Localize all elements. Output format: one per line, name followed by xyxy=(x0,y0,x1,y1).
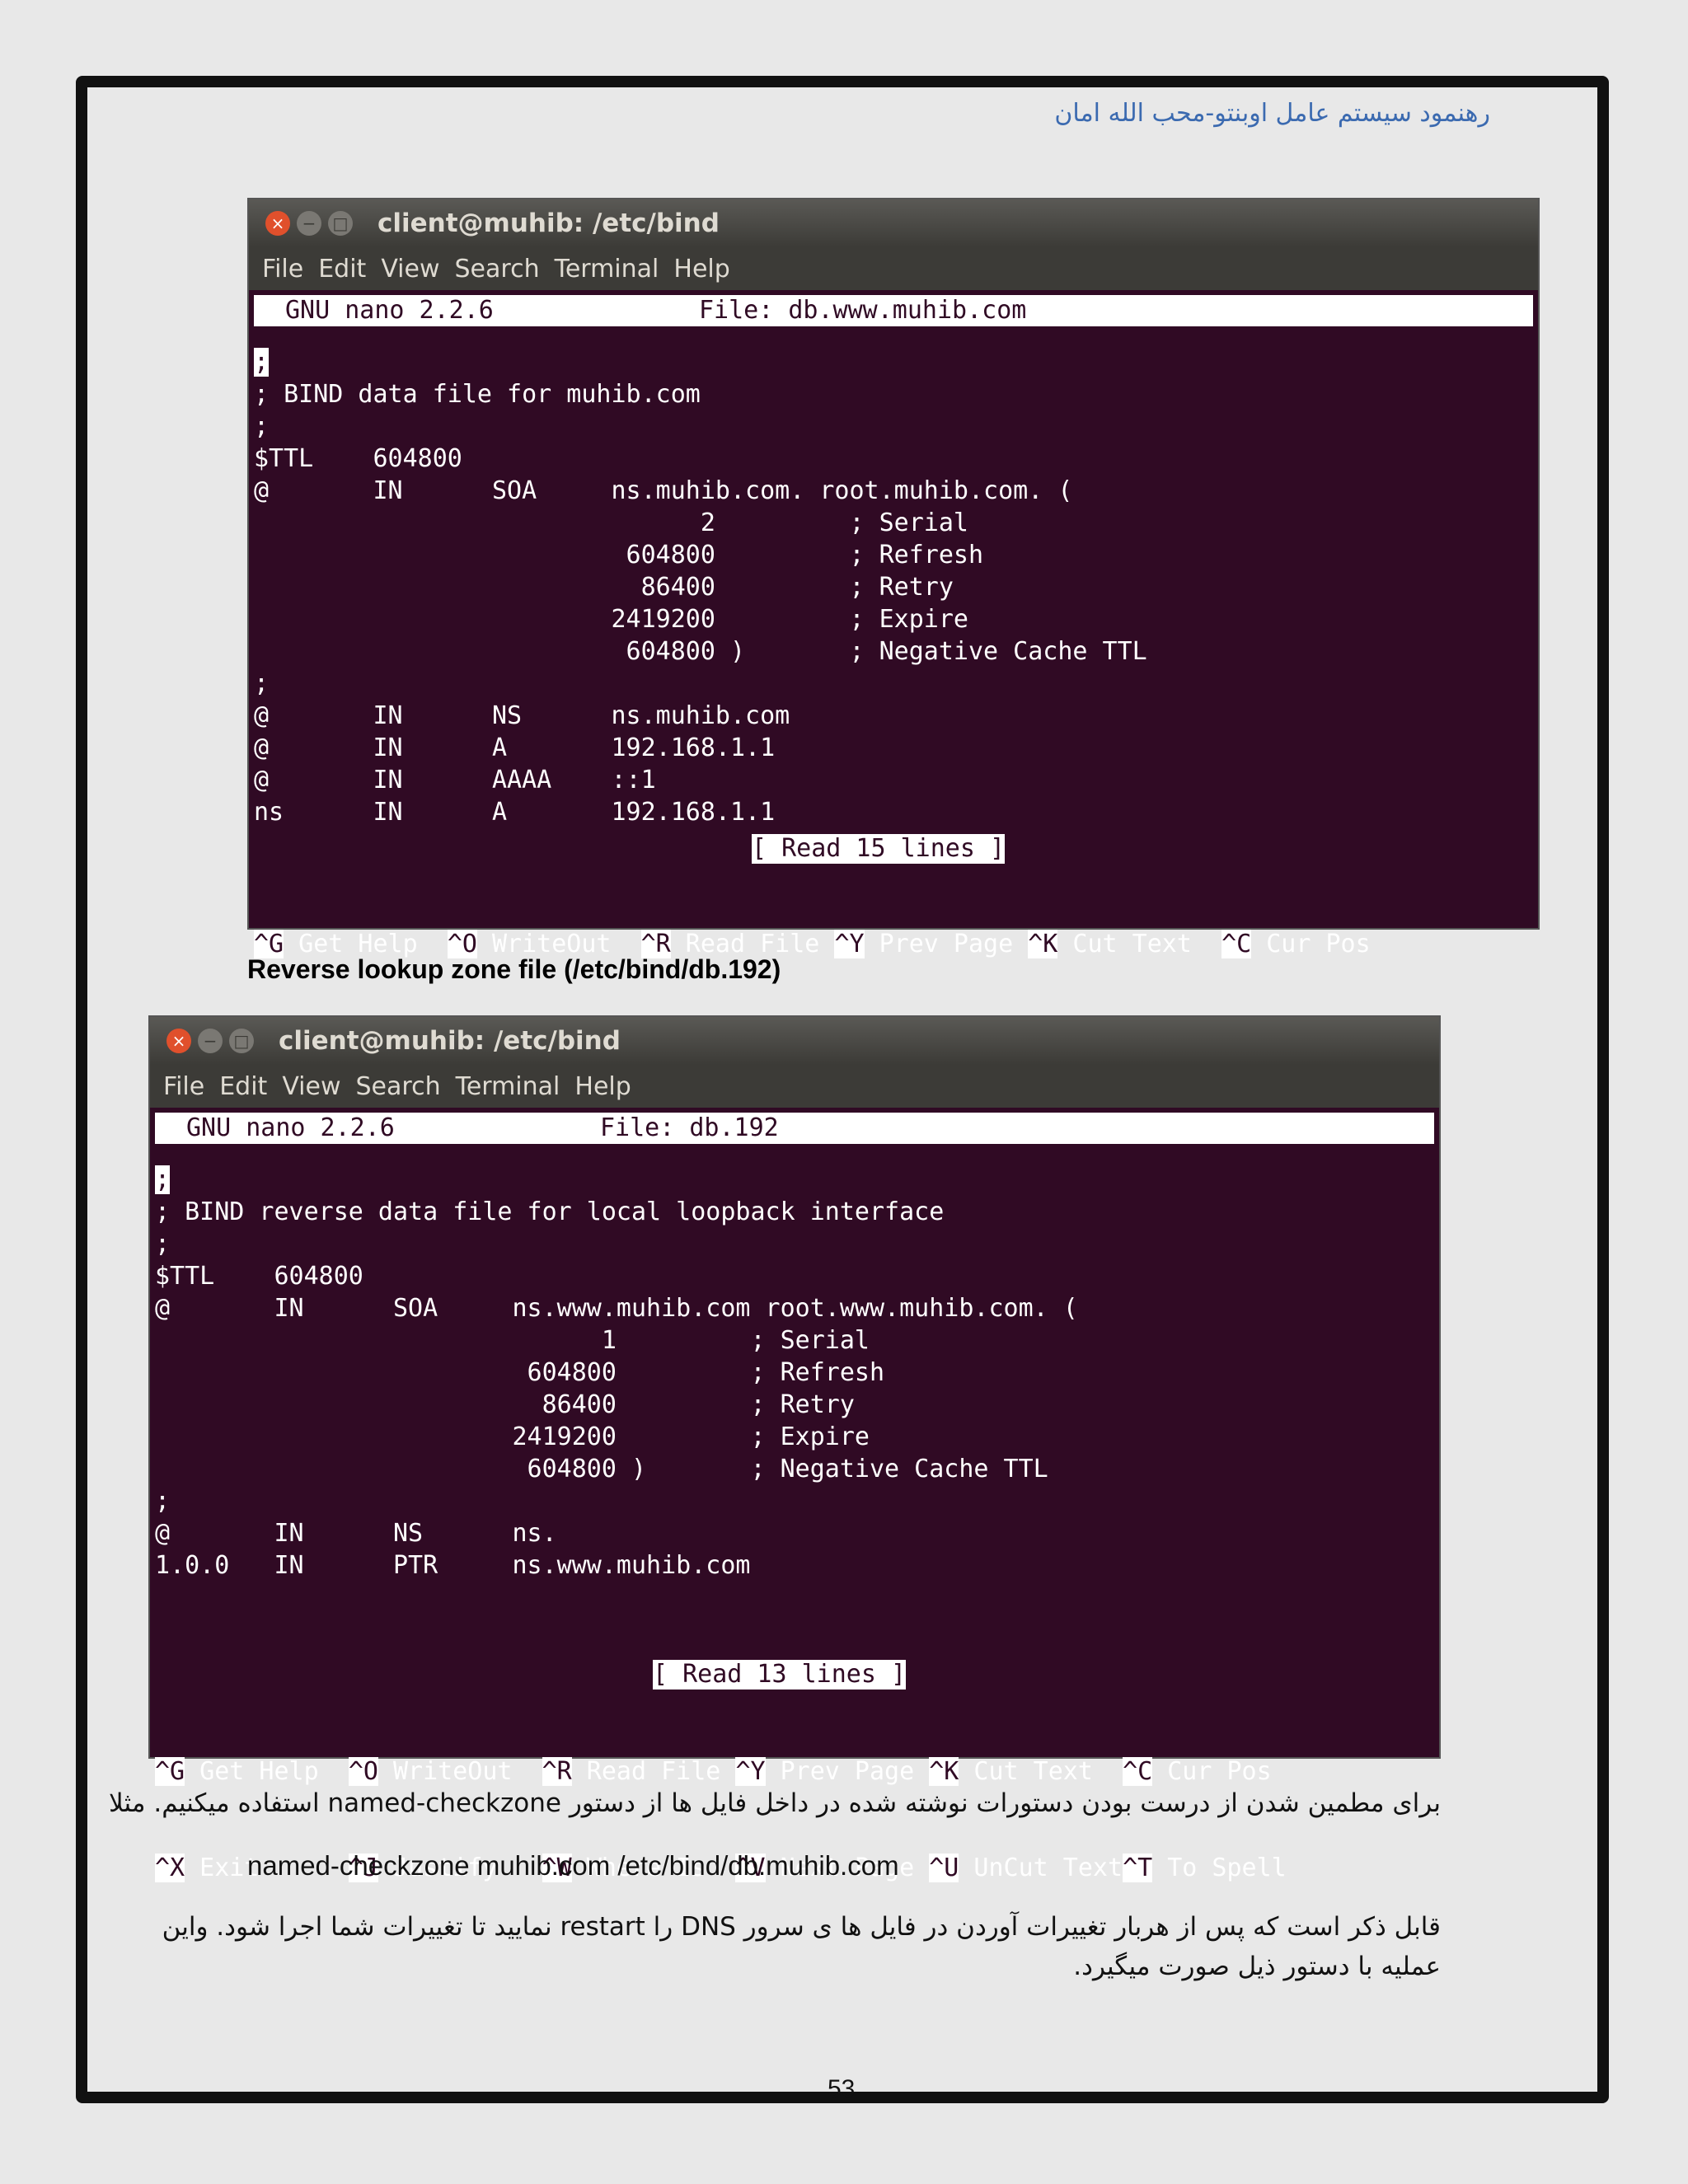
shortcut-key[interactable]: ^C xyxy=(1123,1757,1153,1786)
shortcut-label: Cut Text xyxy=(1057,930,1222,958)
shortcut-label: Cut Text xyxy=(959,1757,1123,1786)
content-line: 604800 ) ; Negative Cache TTL xyxy=(155,1455,1048,1483)
shortcut-key[interactable]: ^K xyxy=(929,1757,959,1786)
content-line: ns IN A 192.168.1.1 xyxy=(254,798,776,827)
content-line: @ IN A 192.168.1.1 xyxy=(254,733,776,762)
shortcut-row: ^G Get Help ^O WriteOut ^R Read File ^Y … xyxy=(155,1755,1287,1788)
page-number: 53 xyxy=(828,2075,856,2102)
menu-terminal[interactable]: Terminal xyxy=(456,1072,560,1101)
menu-file[interactable]: File xyxy=(163,1072,204,1101)
shortcut-key[interactable]: ^G xyxy=(155,1757,185,1786)
content-line: ; xyxy=(155,1164,1439,1196)
shortcut-label: Cur Pos xyxy=(1152,1757,1272,1786)
content-line: ; xyxy=(254,669,270,698)
content-line: 86400 ; Retry xyxy=(155,1390,855,1419)
section-caption: Reverse lookup zone file (/etc/bind/db.1… xyxy=(247,954,781,984)
maximize-icon[interactable]: □ xyxy=(229,1029,254,1053)
shortcut-key[interactable]: ^C xyxy=(1221,930,1252,958)
menu-view[interactable]: View xyxy=(282,1072,340,1101)
nano-file-name: File: db.192 xyxy=(600,1113,779,1142)
content-line: ; BIND data file for muhib.com xyxy=(254,380,701,409)
content-line: 604800 ; Refresh xyxy=(254,541,984,569)
content-line: 2 ; Serial xyxy=(254,509,968,537)
content-line: 2419200 ; Expire xyxy=(155,1422,870,1451)
shortcut-label: Cur Pos xyxy=(1251,930,1371,958)
content-line: ; xyxy=(254,412,270,441)
content-line: $TTL 604800 xyxy=(254,444,462,473)
shortcut-label: Get Help xyxy=(185,1757,349,1786)
content-line: @ IN AAAA ::1 xyxy=(254,766,656,794)
content-line: ; xyxy=(155,1230,171,1258)
content-line: @ IN NS ns.muhib.com xyxy=(254,701,790,730)
content-line: ; xyxy=(155,1487,171,1516)
shortcut-key[interactable]: ^X xyxy=(155,1854,185,1882)
content-line: 604800 ; Refresh xyxy=(155,1358,885,1387)
file-content[interactable]: ; ; BIND reverse data file for local loop… xyxy=(150,1151,1439,1582)
content-line: 1.0.0 IN PTR ns.www.muhib.com xyxy=(155,1551,751,1580)
shortcut-key[interactable]: ^K xyxy=(1028,930,1058,958)
content-line: 604800 ) ; Negative Cache TTL xyxy=(254,637,1147,666)
content-line: 86400 ; Retry xyxy=(254,573,954,602)
command-example: named-checkzone muhib.com /etc/bind/db.m… xyxy=(247,1850,899,1881)
content-line: ; BIND reverse data file for local loopb… xyxy=(155,1197,945,1226)
terminal-window-forward-zone: × − □ client@muhib: /etc/bind File Edit … xyxy=(247,198,1540,1055)
content-line: ; xyxy=(254,346,1538,378)
close-icon[interactable]: × xyxy=(166,1029,191,1053)
shortcut-key[interactable]: ^R xyxy=(542,1757,572,1786)
window-title: client@muhib: /etc/bind xyxy=(377,209,720,238)
terminal-window-reverse-zone: × − □ client@muhib: /etc/bind File Edit … xyxy=(148,1015,1441,1882)
shortcut-label: UnCut Text xyxy=(959,1854,1123,1882)
nano-version: GNU nano 2.2.6 xyxy=(186,1113,395,1142)
paragraph-restart-line2: عملیه با دستور ذیل صورت میگیرد. xyxy=(1073,1952,1441,1981)
paragraph-checkzone: برای مطمین شدن از درست بودن دستورات نوشت… xyxy=(109,1788,1441,1818)
menu-terminal[interactable]: Terminal xyxy=(555,255,659,284)
minimize-icon[interactable]: − xyxy=(297,211,321,236)
menu-help[interactable]: Help xyxy=(673,255,729,284)
menu-edit[interactable]: Edit xyxy=(318,255,366,284)
nano-header: GNU nano 2.2.6 File: db.192 xyxy=(155,1113,1434,1144)
content-line: $TTL 604800 xyxy=(155,1262,363,1291)
nano-header: GNU nano 2.2.6 File: db.www.muhib.com xyxy=(254,295,1533,326)
menu-bar: File Edit View Search Terminal Help xyxy=(150,1065,1439,1108)
shortcut-key[interactable]: ^T xyxy=(1123,1854,1153,1882)
content-line: 1 ; Serial xyxy=(155,1326,870,1355)
shortcut-label: To Spell xyxy=(1152,1854,1287,1882)
nano-version: GNU nano 2.2.6 xyxy=(285,296,494,325)
shortcut-key[interactable]: ^O xyxy=(348,1757,378,1786)
menu-view[interactable]: View xyxy=(381,255,439,284)
content-line: @ IN SOA ns.www.muhib.com root.www.muhib… xyxy=(155,1294,1078,1323)
menu-edit[interactable]: Edit xyxy=(219,1072,267,1101)
shortcut-label: WriteOut xyxy=(377,1757,542,1786)
page-header: رهنمود سیستم عامل اوبنتو-محب الله امان xyxy=(1054,99,1490,128)
shortcut-bar: ^G Get Help ^O WriteOut ^R Read File ^Y … xyxy=(155,1691,1287,1948)
text-cursor: ; xyxy=(254,348,270,377)
nano-file-name: File: db.www.muhib.com xyxy=(699,296,1027,325)
file-content[interactable]: ; ; BIND data file for muhib.com; $TTL 604… xyxy=(249,333,1538,828)
title-bar: × − □ client@muhib: /etc/bind xyxy=(150,1017,1439,1065)
text-cursor: ; xyxy=(155,1165,171,1194)
title-bar: × − □ client@muhib: /etc/bind xyxy=(249,199,1538,247)
menu-search[interactable]: Search xyxy=(455,255,540,284)
maximize-icon[interactable]: □ xyxy=(328,211,353,236)
shortcut-key[interactable]: ^Y xyxy=(735,1757,766,1786)
shortcut-label: Read File xyxy=(571,1757,736,1786)
menu-search[interactable]: Search xyxy=(356,1072,441,1101)
shortcut-key[interactable]: ^U xyxy=(929,1854,959,1882)
content-line: @ IN NS ns. xyxy=(155,1519,557,1548)
window-title: client@muhib: /etc/bind xyxy=(279,1026,621,1056)
content-line: 2419200 ; Expire xyxy=(254,605,968,634)
menu-bar: File Edit View Search Terminal Help xyxy=(249,247,1538,290)
close-icon[interactable]: × xyxy=(265,211,290,236)
menu-help[interactable]: Help xyxy=(574,1072,631,1101)
content-line: @ IN SOA ns.muhib.com. root.muhib.com. ( xyxy=(254,476,1073,505)
shortcut-label: Prev Page xyxy=(765,1757,930,1786)
status-message: [ Read 15 lines ] xyxy=(752,834,1006,864)
paragraph-restart-line1: قابل ذکر است که پس از هربار تغییرات آورد… xyxy=(162,1912,1441,1942)
menu-file[interactable]: File xyxy=(262,255,303,284)
minimize-icon[interactable]: − xyxy=(198,1029,223,1053)
shortcut-label: Prev Page xyxy=(864,930,1029,958)
status-message: [ Read 13 lines ] xyxy=(653,1660,907,1690)
shortcut-key[interactable]: ^Y xyxy=(834,930,865,958)
